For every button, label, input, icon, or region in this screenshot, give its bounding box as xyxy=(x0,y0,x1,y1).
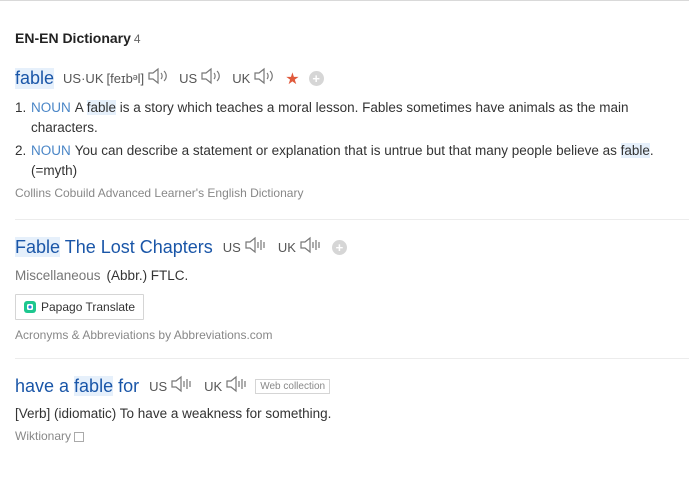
pron-label: US·UK xyxy=(63,71,104,86)
source-label[interactable]: Wiktionary xyxy=(15,429,71,443)
def-text: You can describe a statement or explanat… xyxy=(74,143,621,158)
plus-icon[interactable]: + xyxy=(331,240,347,255)
papago-translate-button[interactable]: Papago Translate xyxy=(15,294,145,320)
section-title-text: EN-EN Dictionary xyxy=(15,30,131,46)
def-continuation: (=myth) xyxy=(31,163,78,178)
top-border xyxy=(0,0,689,1)
def-text: . xyxy=(649,143,654,158)
star-icon[interactable]: ★ xyxy=(285,69,299,89)
def-highlight: fable xyxy=(86,100,117,115)
definition-1: [Verb] (idiomatic) To have a weakness fo… xyxy=(15,406,332,421)
headword-rest: The Lost Chapters xyxy=(60,237,213,257)
section-title: EN-EN Dictionary 4 xyxy=(15,30,141,46)
def-text: is a story which teaches a moral lesson.… xyxy=(116,100,629,115)
def-number: 2. xyxy=(15,143,27,158)
source-label: Acronyms & Abbreviations by Abbreviation… xyxy=(15,328,273,342)
entry-header: have a fable for US UK Web collection xyxy=(15,375,689,398)
result-count: 4 xyxy=(133,32,141,46)
abbr-row: Miscellaneous (Abbr.) FTLC. xyxy=(15,267,689,285)
def-continuation: characters. xyxy=(31,120,98,135)
papago-logo-icon xyxy=(24,301,36,313)
papago-label: Papago Translate xyxy=(41,300,136,314)
entry-header: Fable The Lost Chapters US UK + xyxy=(15,236,689,259)
plus-icon[interactable]: + xyxy=(308,71,324,86)
headword-link[interactable]: fable xyxy=(15,68,55,89)
speaker-icon[interactable] xyxy=(253,67,275,90)
def-number: 1. xyxy=(15,100,27,115)
headword-text: have a xyxy=(15,376,75,396)
definition-1: 1. NOUN A fable is a story which teaches a… xyxy=(15,98,689,138)
web-collection-tag: Web collection xyxy=(255,379,331,394)
divider xyxy=(15,358,689,359)
phonetic: [feɪbᵊl] xyxy=(106,71,145,86)
entry-have-a-fable-for: have a fable for US UK Web collection [V… xyxy=(15,375,689,443)
speaker-icon[interactable] xyxy=(225,375,249,398)
speaker-icon[interactable] xyxy=(200,67,222,90)
def-highlight: fable xyxy=(620,143,650,158)
pos-label: NOUN xyxy=(31,143,71,158)
headword-link[interactable]: have a fable for xyxy=(15,376,139,397)
abbreviation: (Abbr.) FTLC. xyxy=(106,268,189,283)
speaker-icon[interactable] xyxy=(147,67,169,90)
speaker-icon[interactable] xyxy=(299,236,323,259)
headword-link[interactable]: Fable The Lost Chapters xyxy=(15,237,213,258)
divider xyxy=(15,219,689,220)
speaker-icon[interactable] xyxy=(170,375,194,398)
def-text: A xyxy=(74,100,87,115)
us-label: US xyxy=(222,240,241,255)
source-row: Wiktionary xyxy=(15,429,689,443)
us-label: US xyxy=(179,71,198,86)
uk-label: UK xyxy=(232,71,251,86)
external-link-icon[interactable] xyxy=(74,431,85,442)
headword-highlight: fable xyxy=(74,376,114,396)
uk-label: UK xyxy=(277,240,296,255)
entry-header: fable US·UK [feɪbᵊl] US UK ★ + xyxy=(15,67,689,90)
pos-label: NOUN xyxy=(31,100,71,115)
speaker-icon[interactable] xyxy=(244,236,268,259)
category-label: Miscellaneous xyxy=(15,268,101,283)
definition-2: 2. NOUN You can describe a statement or ex… xyxy=(15,141,689,181)
us-label: US xyxy=(149,379,168,394)
entry-fable: fable US·UK [feɪbᵊl] US UK ★ + 1. NOUN A f… xyxy=(15,67,689,200)
uk-label: UK xyxy=(204,379,223,394)
headword-text: for xyxy=(113,376,140,396)
source-label: Collins Cobuild Advanced Learner's Engli… xyxy=(15,186,304,200)
headword-highlight: Fable xyxy=(15,237,61,257)
entry-fable-lost-chapters: Fable The Lost Chapters US UK + Miscella… xyxy=(15,236,689,285)
